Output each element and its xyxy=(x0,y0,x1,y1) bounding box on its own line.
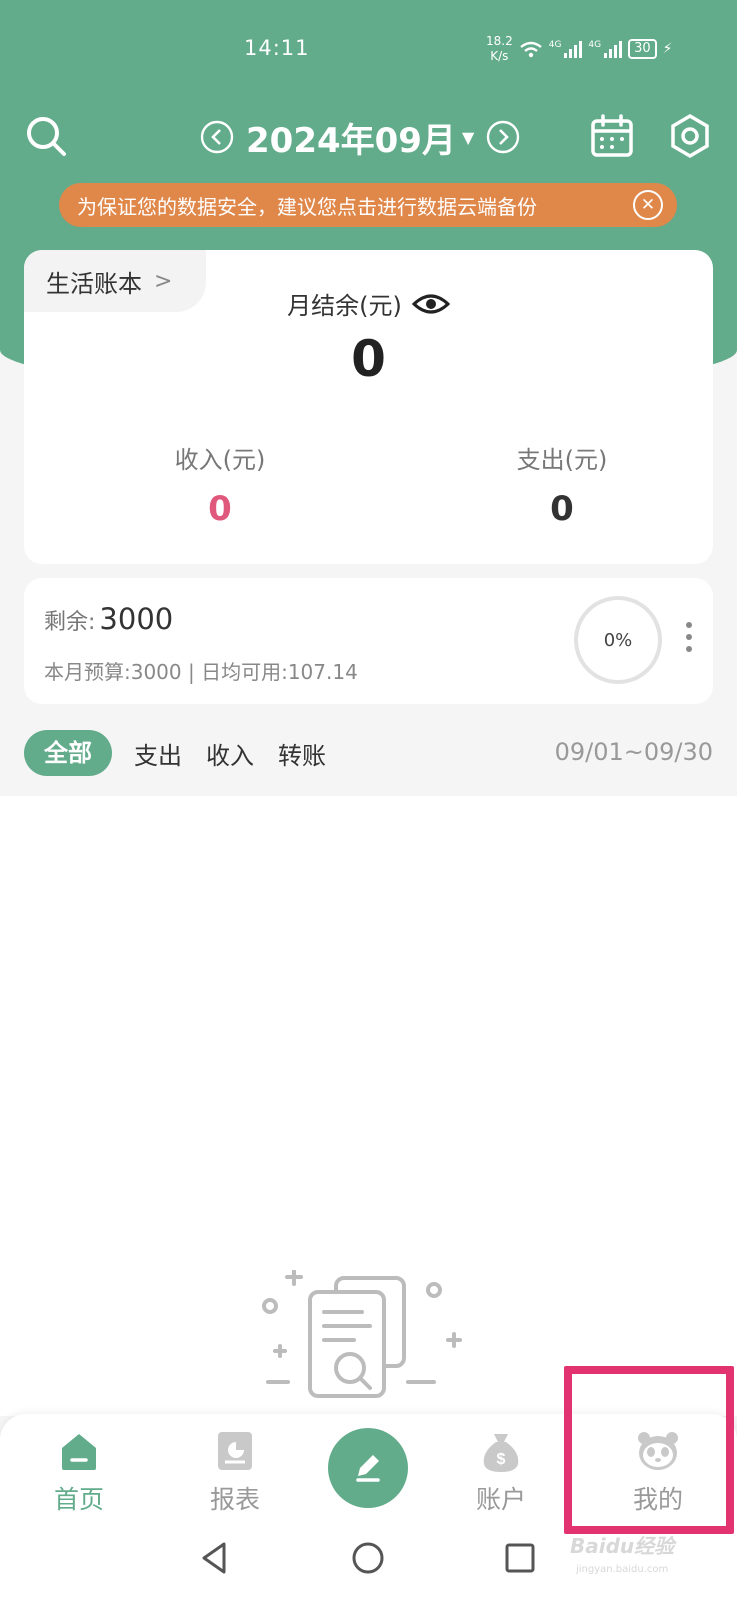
month-navigator: 2024年09月 ▼ xyxy=(200,112,520,162)
budget-percent: 0% xyxy=(603,629,633,651)
more-options-icon[interactable] xyxy=(686,622,692,652)
backup-reminder-banner[interactable]: 为保证您的数据安全，建议您点击进行数据云端备份 ✕ xyxy=(59,183,677,227)
balance-label: 月结余(元) xyxy=(287,292,402,320)
baidu-watermark-url: jingyan.baidu.com xyxy=(576,1564,669,1575)
home-icon xyxy=(62,1434,96,1470)
nav-label-report: 报表 xyxy=(209,1485,260,1514)
network-speed: 18.2 K/s xyxy=(486,34,513,63)
empty-records-illustration xyxy=(262,1270,462,1398)
nav-item-home[interactable]: 首页 xyxy=(24,1428,134,1516)
banner-text: 为保证您的数据安全，建议您点击进行数据云端备份 xyxy=(77,194,537,219)
nav-label-home: 首页 xyxy=(53,1485,104,1514)
expense-label: 支出(元) xyxy=(516,446,608,474)
signal-strength-icon: 4G xyxy=(549,40,583,58)
next-month-icon[interactable] xyxy=(486,120,520,154)
baidu-watermark: Baidu经验 xyxy=(570,1534,675,1558)
home-circle-icon[interactable] xyxy=(346,1536,390,1580)
battery-indicator: 30 xyxy=(628,39,657,59)
svg-text:$: $ xyxy=(497,1451,506,1468)
budget-remaining-value: 3000 xyxy=(99,602,174,636)
balance-label-row: 月结余(元) xyxy=(24,286,713,321)
previous-month-icon[interactable] xyxy=(200,120,234,154)
settings-gear-icon[interactable] xyxy=(666,112,714,160)
income-value: 0 xyxy=(208,489,232,529)
back-triangle-icon[interactable] xyxy=(194,1536,238,1580)
status-bar-right: 18.2 K/s 4G 4G 30 ⚡ xyxy=(486,34,673,64)
wifi-icon xyxy=(519,41,542,58)
report-icon xyxy=(218,1432,252,1470)
balance-value: 0 xyxy=(351,330,386,388)
signal-strength-icon: 4G xyxy=(588,40,623,58)
tab-income[interactable]: 收入 xyxy=(206,736,254,771)
expense-column: 支出(元) 0 xyxy=(462,440,662,529)
money-bag-icon: $ xyxy=(483,1434,519,1472)
tab-all[interactable]: 全部 xyxy=(24,730,112,776)
close-icon[interactable]: ✕ xyxy=(633,190,663,220)
edit-pen-icon xyxy=(356,1455,380,1482)
nav-label-accounts: 账户 xyxy=(475,1485,526,1514)
transaction-filter-tabs: 全部 支出 收入 转账 xyxy=(24,730,326,776)
monthly-summary-card: 生活账本 > 月结余(元) 0 收入(元) 0 支出(元) 0 xyxy=(24,250,713,564)
date-range[interactable]: 09/01~09/30 xyxy=(555,738,713,766)
budget-card[interactable]: 剩余: 3000 本月预算:3000 | 日均可用:107.14 0% xyxy=(24,578,713,704)
search-icon[interactable] xyxy=(22,112,70,160)
month-dropdown-caret-icon[interactable]: ▼ xyxy=(462,128,474,147)
income-column: 收入(元) 0 xyxy=(120,440,320,529)
income-label: 收入(元) xyxy=(174,446,266,474)
budget-detail: 本月预算:3000 | 日均可用:107.14 xyxy=(44,660,358,684)
budget-remaining: 剩余: 3000 xyxy=(44,602,174,636)
calendar-icon[interactable] xyxy=(588,112,636,160)
tab-expense[interactable]: 支出 xyxy=(134,736,182,771)
eye-visibility-icon[interactable] xyxy=(411,291,450,317)
expense-value: 0 xyxy=(550,489,574,529)
nav-item-report[interactable]: 报表 xyxy=(180,1428,290,1516)
annotation-highlight-box xyxy=(564,1366,734,1534)
add-record-button[interactable] xyxy=(328,1428,408,1508)
budget-progress-ring: 0% xyxy=(574,596,662,684)
status-time: 14:11 xyxy=(244,36,310,60)
tab-transfer[interactable]: 转账 xyxy=(278,736,326,771)
charging-icon: ⚡ xyxy=(662,41,673,57)
nav-item-accounts[interactable]: $ 账户 xyxy=(446,1428,556,1516)
recent-apps-square-icon[interactable] xyxy=(498,1536,542,1580)
month-title[interactable]: 2024年09月 xyxy=(246,113,456,162)
